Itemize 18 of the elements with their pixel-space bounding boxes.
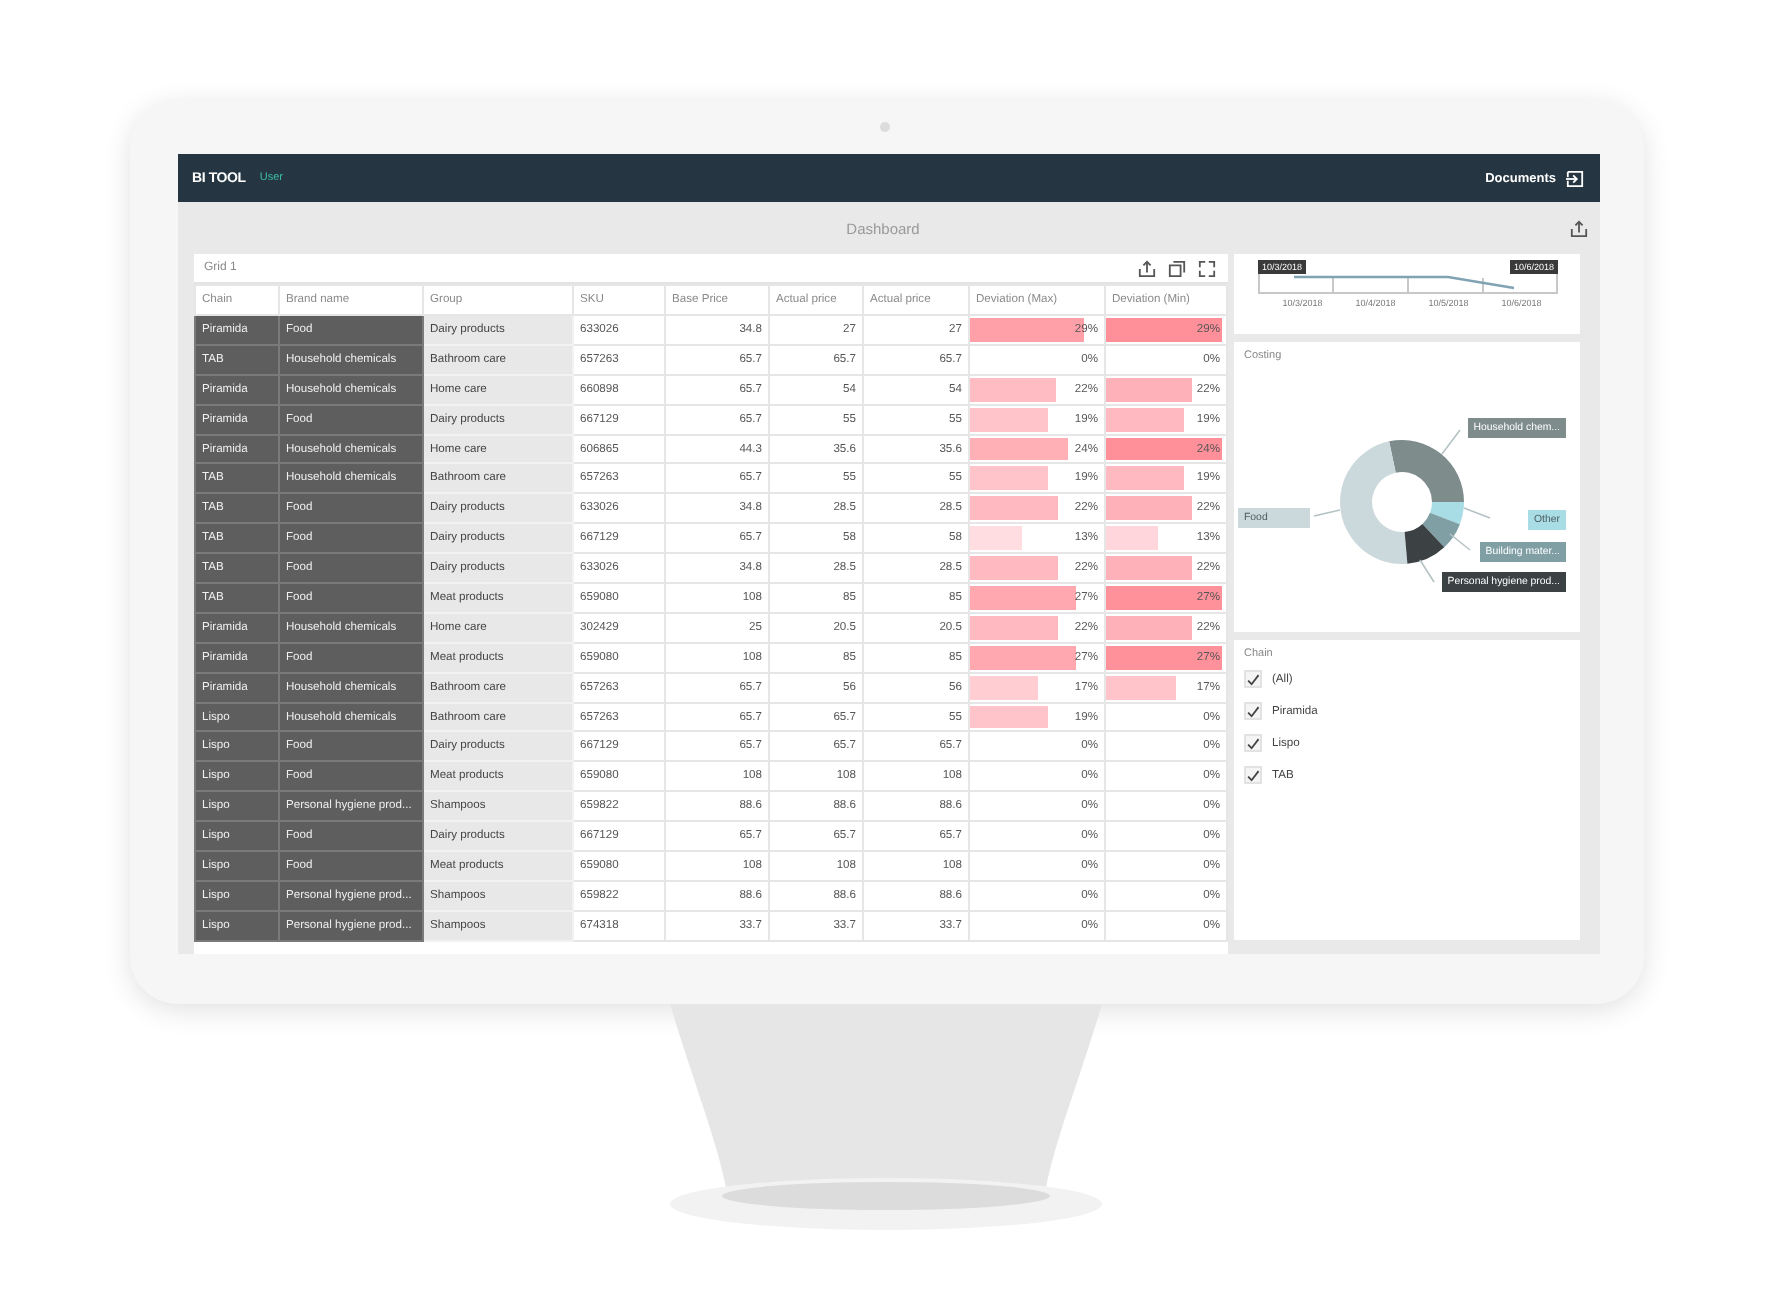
checkbox[interactable] bbox=[1244, 734, 1262, 752]
donut-segment[interactable] bbox=[1422, 512, 1460, 548]
leader-line bbox=[1449, 533, 1471, 551]
exit-icon[interactable] bbox=[1566, 169, 1584, 187]
leader-line bbox=[1313, 509, 1341, 517]
checkbox[interactable] bbox=[1244, 702, 1262, 720]
share-icon[interactable] bbox=[1570, 219, 1589, 237]
share-icon[interactable] bbox=[1138, 259, 1156, 277]
fullscreen-icon[interactable] bbox=[1198, 259, 1216, 277]
checkbox[interactable] bbox=[1244, 670, 1262, 688]
copy-icon[interactable] bbox=[1168, 259, 1186, 277]
donut-segment[interactable] bbox=[1404, 523, 1445, 564]
leader-line bbox=[1419, 559, 1435, 583]
leader-line bbox=[1463, 507, 1491, 519]
leader-line bbox=[1441, 429, 1461, 455]
timeline-range-drawing[interactable] bbox=[1258, 274, 1558, 294]
checkbox[interactable] bbox=[1244, 766, 1262, 784]
camera-icon bbox=[880, 122, 890, 132]
